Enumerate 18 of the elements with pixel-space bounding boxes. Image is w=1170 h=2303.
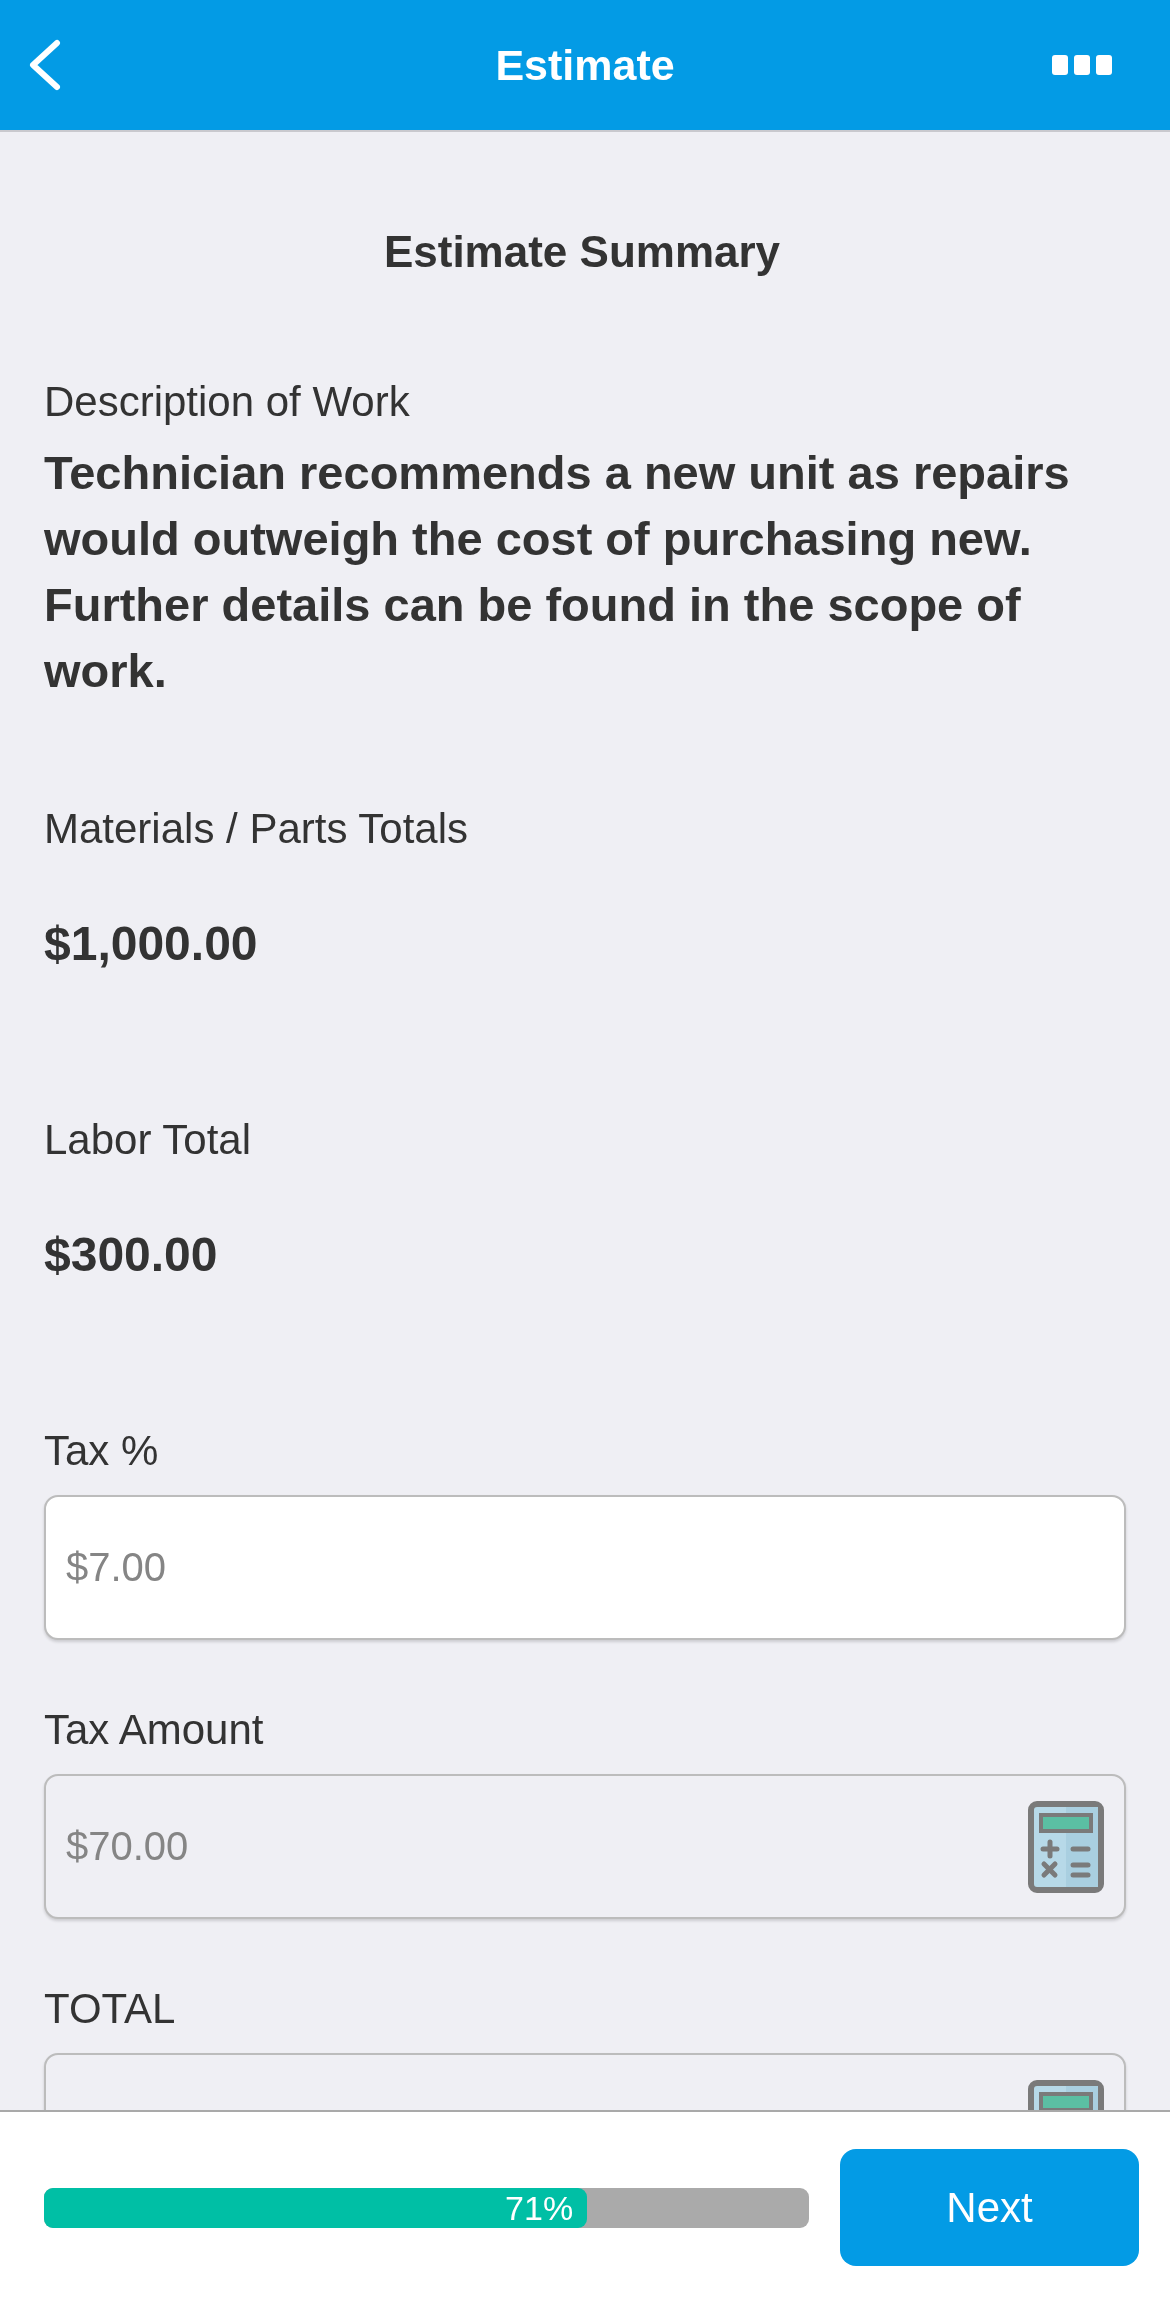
section-title: Estimate Summary [382,226,782,278]
field-label: Labor Total [44,1116,253,1164]
field-label: Materials / Parts Totals [44,805,470,853]
screen-title: Estimate [495,40,675,91]
more-icon [1052,55,1112,75]
field-label: TOTAL [44,1985,177,2033]
field-label: Tax Amount [44,1706,265,1754]
back-button[interactable] [28,39,62,91]
input-field[interactable]: $7.00 [44,1495,1126,1640]
next-button[interactable]: Next [840,2149,1139,2266]
back-icon [28,39,62,91]
more-button[interactable] [1052,55,1112,75]
field-label: Description of Work [44,378,411,426]
description-text: Technician recommends a new unit as repairs would outweigh the cost of purchasing new. Further details can be found in the scope of work. [44,445,1071,699]
field-label: Tax % [44,1427,160,1475]
progress-reading: 71% [505,2187,574,2228]
amount-value: $1,000.00 [44,916,259,972]
amount-value: $300.00 [44,1227,219,1283]
